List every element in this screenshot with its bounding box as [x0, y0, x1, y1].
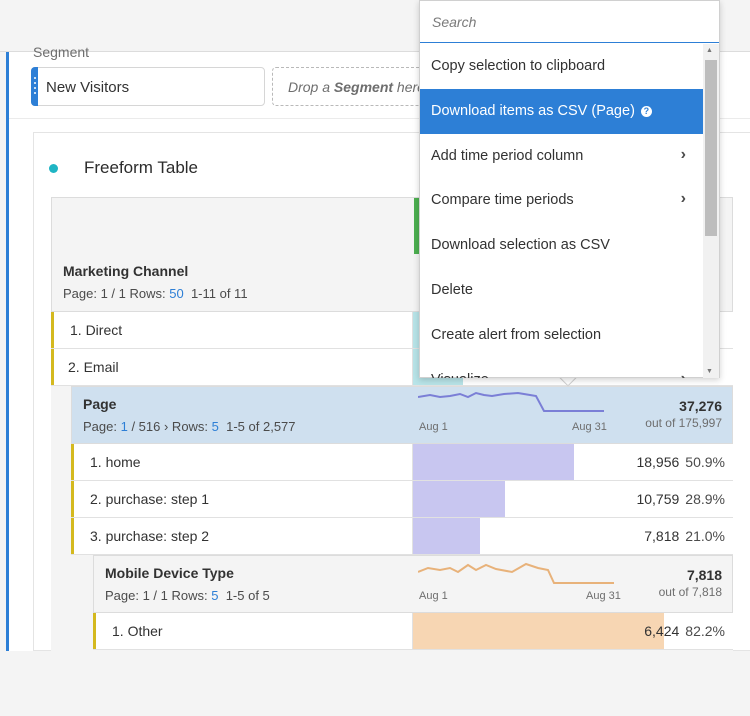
metric-out-of: out of 7,818 — [658, 585, 722, 599]
sparkline-end-label: Aug 31 — [586, 590, 621, 602]
segment-label: Segment — [33, 44, 90, 60]
metric-total: 37,276 — [679, 398, 722, 414]
row-value: 10,759 28.9% — [636, 491, 725, 507]
page-breakdown: Page Page: 1 / 516 › Rows: 5 1-5 of 2,57… — [51, 386, 733, 716]
help-icon[interactable]: ? — [640, 105, 652, 117]
pagination-info: Page: 1 / 516 › Rows: 5 1-5 of 2,577 — [83, 419, 296, 434]
chevron-right-icon: › — [680, 145, 686, 163]
row-accent — [71, 444, 74, 480]
dimension-name[interactable]: Marketing Channel — [63, 263, 188, 279]
row-label: 1. Direct — [70, 322, 123, 338]
row-label: 1. Other — [112, 623, 163, 639]
menu-item-compare-time-periods[interactable]: Compare time periods › — [420, 178, 704, 223]
bar-fill — [413, 518, 480, 554]
sparkline-area: Aug 1 Aug 31 37,276 out of 175,997 — [412, 387, 732, 445]
rows-per-page-link[interactable]: 5 — [212, 419, 219, 434]
sparkline-line — [418, 391, 604, 412]
panel-status-dot-icon — [49, 164, 58, 173]
table-row[interactable]: 2. purchase: step 1 10,759 28.9% — [71, 481, 733, 518]
row-percent: 21.0% — [685, 528, 725, 544]
menu-list: Copy selection to clipboard Download item… — [420, 44, 704, 378]
context-menu: Search Copy selection to clipboard Downlo… — [419, 0, 720, 378]
sparkline-area: Aug 1 Aug 31 7,818 out of 7,818 — [412, 556, 732, 614]
bar-fill — [413, 481, 505, 517]
table-row[interactable]: 1. home 18,956 50.9% — [71, 444, 733, 481]
row-label: 2. Email — [68, 359, 119, 375]
panel-title[interactable]: Freeform Table — [84, 158, 198, 178]
scroll-down-icon[interactable]: ▼ — [706, 368, 713, 375]
menu-item-download-selection-as-csv[interactable]: Download selection as CSV — [420, 223, 704, 268]
menu-item-delete[interactable]: Delete — [420, 268, 704, 313]
sparkline — [418, 562, 614, 584]
sparkline — [418, 391, 604, 412]
menu-item-create-alert-from-selection[interactable]: Create alert from selection — [420, 313, 704, 358]
pagination-info: Page: 1 / 1 Rows: 5 1-5 of 5 — [105, 588, 270, 603]
menu-item-visualize[interactable]: Visualize› — [420, 358, 704, 378]
row-percent: 50.9% — [685, 454, 725, 470]
chevron-right-icon: › — [681, 370, 686, 378]
row-label: 2. purchase: step 1 — [90, 491, 210, 507]
pagination-info: Page: 1 / 1 Rows: 50 1-11 of 11 — [63, 286, 248, 301]
scroll-up-icon[interactable]: ▲ — [706, 47, 713, 54]
segment-drop-zone[interactable]: Drop a Segment here — [272, 67, 432, 106]
row-value: 18,956 50.9% — [636, 454, 725, 470]
row-label: 1. home — [90, 454, 141, 470]
device-breakdown: Mobile Device Type Page: 1 / 1 Rows: 5 1… — [71, 555, 733, 716]
sparkline-start-label: Aug 1 — [419, 421, 448, 433]
menu-scrollbar[interactable]: ▲ ▼ — [703, 44, 719, 378]
bar-fill — [413, 444, 575, 480]
sparkline-end-label: Aug 31 — [572, 421, 607, 433]
menu-item-download-items-as-csv-page[interactable]: Download items as CSV (Page)? — [420, 88, 704, 134]
row-percent: 28.9% — [685, 491, 725, 507]
rows-per-page-link[interactable]: 5 — [211, 588, 218, 603]
menu-item-add-time-period-column[interactable]: Add time period column › — [420, 134, 704, 179]
bar-fill — [413, 613, 664, 649]
row-accent — [51, 312, 54, 348]
metric-out-of: out of 175,997 — [645, 416, 722, 430]
row-accent — [71, 518, 74, 554]
breakdown-header: Page Page: 1 / 516 › Rows: 5 1-5 of 2,57… — [71, 386, 733, 444]
table-row[interactable]: 1. Other 6,424 82.2% — [93, 613, 733, 650]
row-percent: 82.2% — [685, 623, 725, 639]
metric-total: 7,818 — [686, 567, 722, 583]
segment-chip-new-visitors[interactable]: New Visitors — [31, 67, 265, 106]
menu-item-copy-selection-to-clipboard[interactable]: Copy selection to clipboard — [420, 44, 704, 89]
sparkline-start-label: Aug 1 — [419, 590, 448, 602]
row-value: 6,424 82.2% — [644, 623, 725, 639]
row-accent — [93, 613, 96, 649]
breakdown-dimension-name[interactable]: Mobile Device Type — [105, 565, 234, 581]
segment-chip-label: New Visitors — [46, 79, 130, 96]
breakdown-dimension-name[interactable]: Page — [83, 396, 116, 412]
table-row[interactable]: 3. purchase: step 2 7,818 21.0% — [71, 518, 733, 555]
breakdown-header: Mobile Device Type Page: 1 / 1 Rows: 5 1… — [93, 555, 733, 613]
sparkline-line — [418, 562, 614, 584]
row-value: 7,818 21.0% — [644, 528, 725, 544]
drag-handle-icon[interactable] — [31, 67, 38, 106]
scrollbar-thumb[interactable] — [705, 60, 717, 236]
row-accent — [71, 481, 74, 517]
chevron-right-icon: › — [680, 190, 686, 208]
row-label: 3. purchase: step 2 — [90, 528, 210, 544]
page-number-link[interactable]: 1 — [121, 419, 128, 434]
rows-per-page-link[interactable]: 50 — [169, 286, 183, 301]
menu-search-input[interactable]: Search — [420, 1, 719, 43]
row-accent — [51, 349, 54, 385]
